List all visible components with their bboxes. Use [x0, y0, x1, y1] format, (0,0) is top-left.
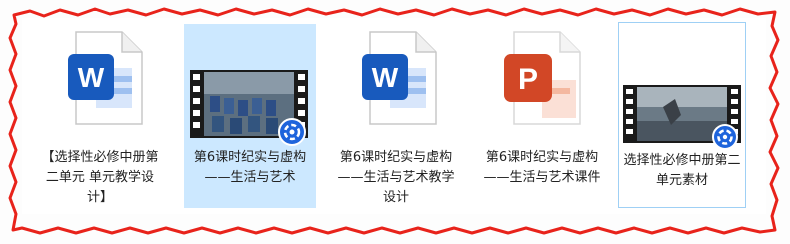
file-item-hovered[interactable]: 选择性必修中册第二单元素材 — [618, 22, 746, 208]
file-name: 第6课时纪实与虚构——生活与艺术课件 — [483, 150, 601, 185]
file-list-panel: W 【选择性必修中册第二单元 单元教学设计】 第6课时纪实与虚构——生活与艺术 … — [22, 18, 766, 214]
svg-text:W: W — [372, 62, 399, 93]
word-document-icon: W — [68, 31, 143, 125]
file-name: 选择性必修中册第二单元素材 — [623, 153, 741, 188]
svg-text:P: P — [518, 63, 538, 96]
powerpoint-document-icon: P — [504, 31, 581, 125]
file-item[interactable]: W 第6课时纪实与虚构——生活与艺术教学设计 — [328, 20, 464, 210]
video-file-icon — [190, 70, 308, 146]
file-item[interactable]: W 【选择性必修中册第二单元 单元教学设计】 — [36, 20, 164, 210]
svg-text:W: W — [78, 62, 105, 93]
file-item-selected[interactable]: 第6课时纪实与虚构——生活与艺术 — [184, 24, 316, 208]
word-document-icon: W — [362, 31, 437, 125]
file-name: 第6课时纪实与虚构——生活与艺术 — [193, 150, 307, 185]
file-item[interactable]: P 第6课时纪实与虚构——生活与艺术课件 — [474, 20, 610, 210]
video-file-icon — [623, 85, 741, 150]
file-name: 第6课时纪实与虚构——生活与艺术教学设计 — [337, 150, 455, 205]
file-name: 【选择性必修中册第二单元 单元教学设计】 — [41, 150, 159, 205]
